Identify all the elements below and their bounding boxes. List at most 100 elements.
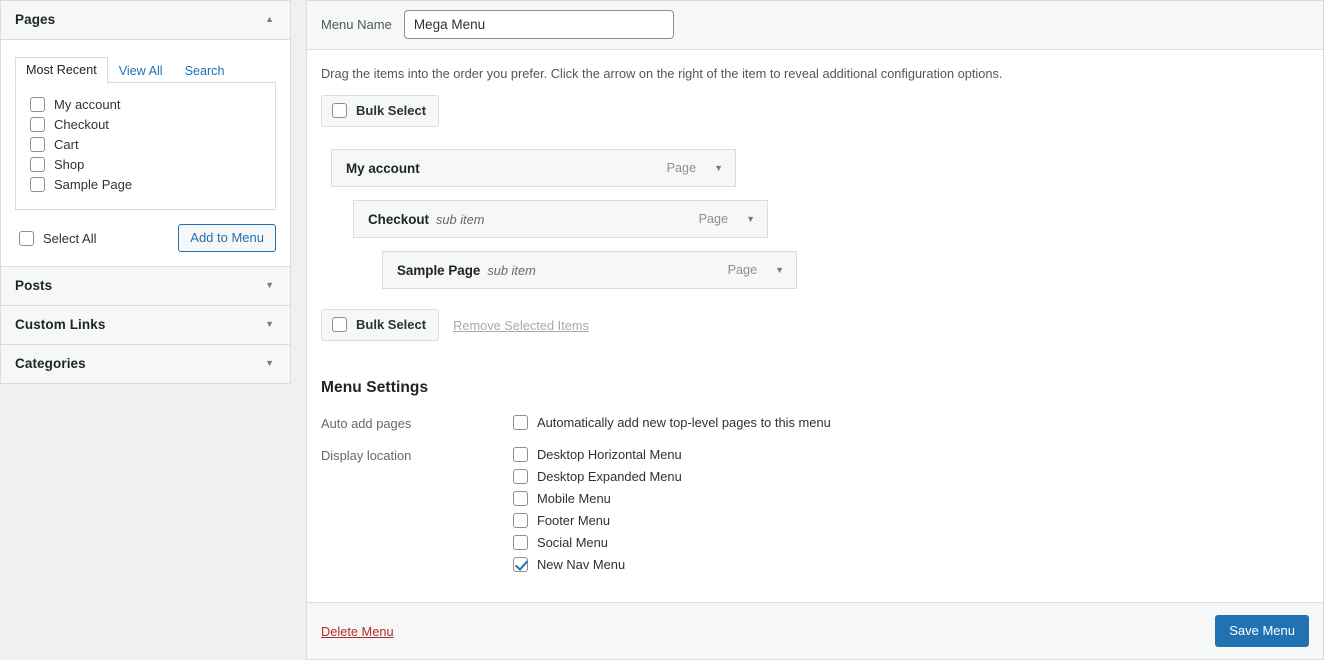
menu-item-row: My account Page ▼ [321,149,1309,187]
page-checkbox-my-account[interactable] [30,97,45,112]
menu-item-title: Sample Page [397,262,481,278]
chevron-up-icon[interactable]: ▲ [265,15,276,24]
display-location-checkbox[interactable] [513,447,528,462]
accordion-custom-links-header[interactable]: Custom Links ▼ [1,306,290,344]
display-location-checkbox[interactable] [513,535,528,550]
setting-display-location: Display location Desktop Horizontal Menu… [321,447,1309,572]
auto-add-pages-label: Auto add pages [321,416,412,431]
list-item[interactable]: Shop [26,155,265,175]
chevron-down-icon[interactable]: ▼ [265,359,276,368]
accordion-posts: Posts ▼ [0,266,291,305]
menu-item-sample-page[interactable]: Sample Page sub item Page ▼ [382,251,797,289]
display-location-checkbox[interactable] [513,513,528,528]
menu-items-list: My account Page ▼ Checkout sub item Page [321,149,1309,289]
chevron-down-icon[interactable]: ▼ [265,320,276,329]
page-label: My account [54,97,121,112]
drag-instructions: Drag the items into the order you prefer… [321,66,1003,81]
menu-item-sub-label: sub item [436,211,485,227]
bulk-select-top-button[interactable]: Bulk Select [321,95,440,127]
accordion-posts-header[interactable]: Posts ▼ [1,267,290,305]
accordion-pages-header[interactable]: Pages ▲ [1,1,290,40]
chevron-down-icon[interactable]: ▼ [746,214,755,224]
save-menu-button[interactable]: Save Menu [1215,615,1309,647]
menu-item-meta: Page ▼ [699,212,755,226]
tab-view-all[interactable]: View All [108,58,174,84]
bulk-select-bottom-button[interactable]: Bulk Select [321,309,440,341]
accordion-pages: Pages ▲ Most Recent View All Search My a… [0,0,291,266]
chevron-down-icon[interactable]: ▼ [265,281,276,290]
display-location-control: Desktop Horizontal Menu Desktop Expanded… [513,447,682,572]
bulk-select-top-checkbox[interactable] [332,103,347,118]
tab-search[interactable]: Search [174,58,236,84]
accordion-categories-header[interactable]: Categories ▼ [1,345,290,383]
list-item[interactable]: Checkout [26,115,265,135]
accordion-categories-title: Categories [15,356,86,371]
display-location-option-desktop-expanded[interactable]: Desktop Expanded Menu [513,469,682,484]
add-menu-items-sidebar: Pages ▲ Most Recent View All Search My a… [0,0,291,660]
display-location-option-label: Social Menu [537,535,608,550]
list-item[interactable]: My account [26,95,265,115]
chevron-down-icon[interactable]: ▼ [775,265,784,275]
display-location-checkbox[interactable] [513,491,528,506]
display-location-label: Display location [321,448,412,463]
page-checkbox-sample-page[interactable] [30,177,45,192]
remove-selected-items-link[interactable]: Remove Selected Items [453,318,589,333]
display-location-option-label: Footer Menu [537,513,611,528]
display-location-option-desktop-horizontal[interactable]: Desktop Horizontal Menu [513,447,682,462]
menu-structure-area: Drag the items into the order you prefer… [307,50,1323,602]
menu-item-title: Checkout [368,211,430,227]
menu-name-label: Menu Name [321,17,392,32]
add-to-menu-button[interactable]: Add to Menu [178,224,276,252]
menu-name-bar: Menu Name [307,1,1323,50]
display-location-checkbox[interactable] [513,469,528,484]
page-label: Sample Page [54,177,133,192]
accordion-pages-title: Pages [15,12,56,27]
menu-settings-heading: Menu Settings [321,379,429,396]
page-checkbox-shop[interactable] [30,157,45,172]
menu-item-type: Page [666,161,697,175]
auto-add-pages-control: Automatically add new top-level pages to… [513,415,831,430]
display-location-checkbox[interactable] [513,557,528,572]
menu-editor-page: Pages ▲ Most Recent View All Search My a… [0,0,1324,660]
accordion-categories: Categories ▼ [0,344,291,384]
pages-actions: Select All Add to Menu [15,224,276,252]
delete-menu-link[interactable]: Delete Menu [321,624,394,639]
auto-add-pages-option-label: Automatically add new top-level pages to… [537,415,831,430]
display-location-option-label: Mobile Menu [537,491,611,506]
menu-item-row: Checkout sub item Page ▼ [321,200,1309,238]
select-all-checkbox[interactable] [19,230,34,246]
page-checkbox-checkout[interactable] [30,117,45,132]
menu-item-row: Sample Page sub item Page ▼ [321,251,1309,289]
display-location-option-footer[interactable]: Footer Menu [513,513,682,528]
menu-item-checkout[interactable]: Checkout sub item Page ▼ [353,200,768,238]
menu-editor-footer: Delete Menu Save Menu [307,602,1323,659]
pages-tabs: Most Recent View All Search [15,56,276,84]
menu-item-type: Page [698,212,729,226]
select-all-row[interactable]: Select All [15,230,96,246]
list-item[interactable]: Cart [26,135,265,155]
pages-list-panel: My account Checkout Cart Shop Sample Pag… [15,82,276,210]
accordion-pages-body: Most Recent View All Search My account C… [1,40,290,266]
accordion-custom-links: Custom Links ▼ [0,305,291,344]
auto-add-pages-option[interactable]: Automatically add new top-level pages to… [513,415,831,430]
bulk-select-top-label: Bulk Select [356,103,427,118]
chevron-down-icon[interactable]: ▼ [714,163,723,173]
menu-item-title: My account [346,160,420,176]
display-location-option-social[interactable]: Social Menu [513,535,682,550]
menu-item-my-account[interactable]: My account Page ▼ [331,149,736,187]
tab-search-label: Search [184,64,225,78]
page-label: Cart [54,137,79,152]
list-item[interactable]: Sample Page [26,175,265,195]
auto-add-pages-checkbox[interactable] [513,415,528,430]
display-location-option-label: New Nav Menu [537,557,626,572]
setting-auto-add-pages: Auto add pages Automatically add new top… [321,415,1309,431]
display-location-option-mobile[interactable]: Mobile Menu [513,491,682,506]
display-location-option-new-nav[interactable]: New Nav Menu [513,557,682,572]
accordion-custom-links-title: Custom Links [15,317,106,332]
page-checkbox-cart[interactable] [30,137,45,152]
bulk-select-bottom-checkbox[interactable] [332,317,347,332]
menu-name-input[interactable] [403,10,674,39]
tab-most-recent[interactable]: Most Recent [15,57,108,84]
display-location-option-label: Desktop Horizontal Menu [537,447,682,462]
display-location-option-label: Desktop Expanded Menu [537,469,682,484]
